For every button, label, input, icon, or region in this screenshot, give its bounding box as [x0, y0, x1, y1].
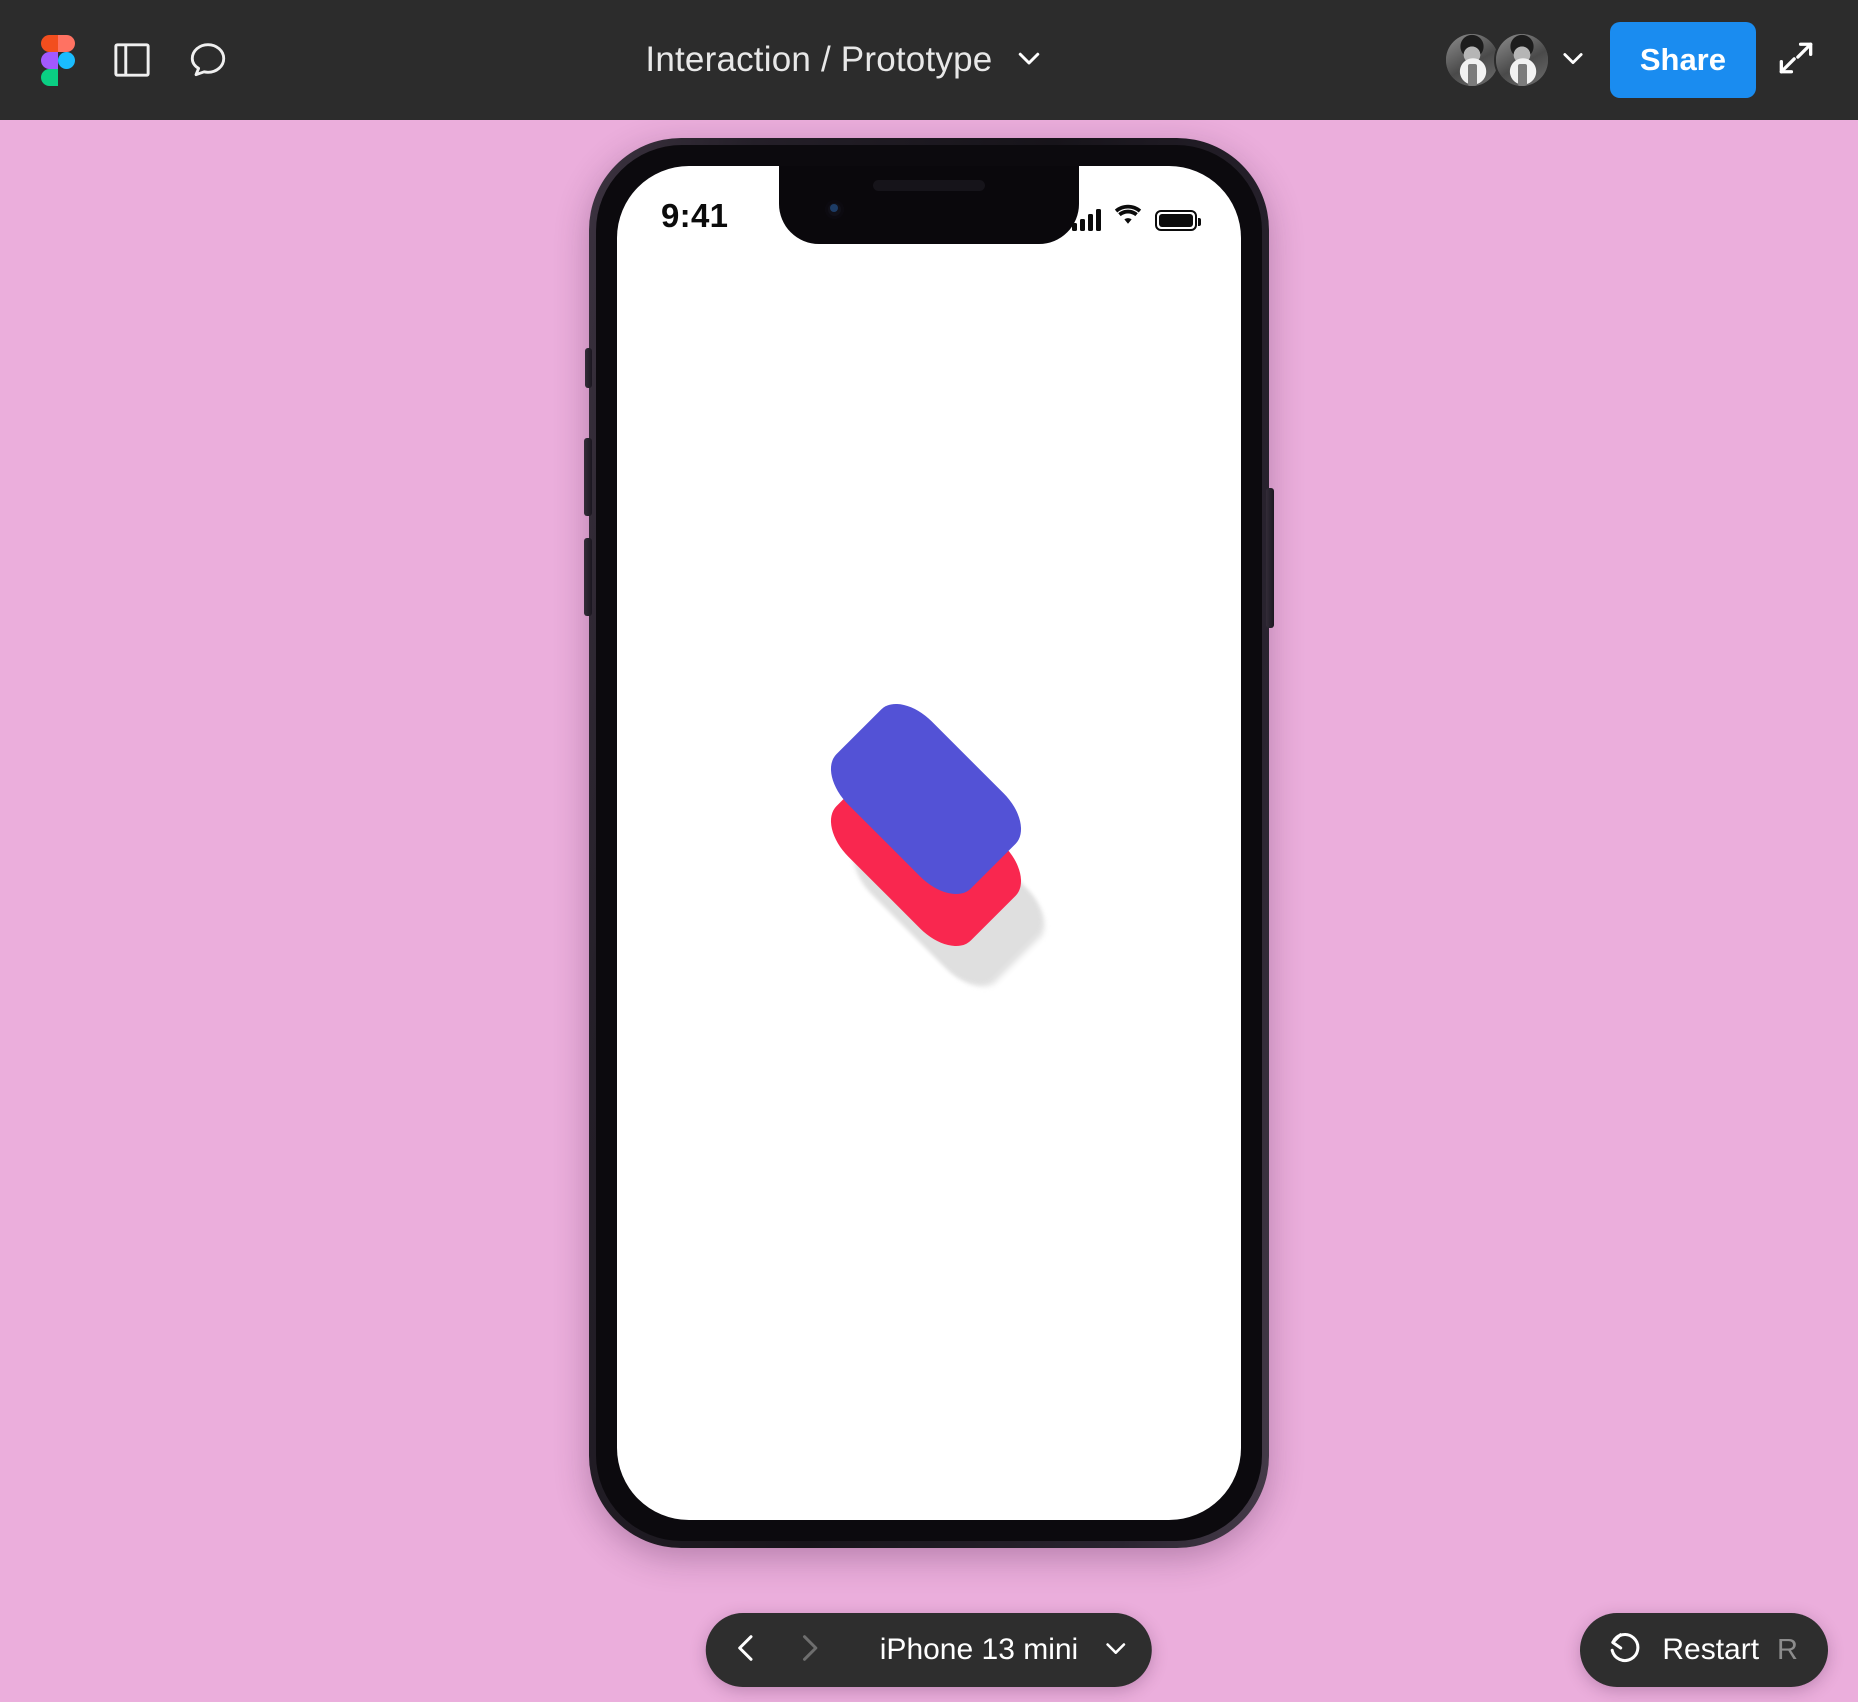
chevron-down-icon	[1102, 1634, 1130, 1667]
power-button[interactable]	[1266, 488, 1274, 628]
previous-frame-button[interactable]	[716, 1619, 778, 1681]
prototype-viewer: Interaction / Prototype Share 9:41 iPhon…	[0, 0, 1858, 1702]
header-right-group: Share	[1443, 0, 1836, 120]
avatar[interactable]	[1493, 32, 1550, 88]
share-button[interactable]: Share	[1609, 22, 1756, 98]
avatar[interactable]	[1443, 32, 1500, 88]
fullscreen-expand-icon	[1774, 36, 1818, 85]
chevron-down-icon[interactable]	[1014, 43, 1044, 78]
figma-logo-button[interactable]	[22, 0, 94, 120]
avatar-detail	[1517, 64, 1527, 86]
device-selector-bar: iPhone 13 mini	[705, 1613, 1153, 1687]
avatars-dropdown-button[interactable]	[1550, 0, 1596, 120]
prototype-title-button[interactable]: Interaction / Prototype	[246, 0, 1444, 120]
restart-label: Restart	[1662, 1633, 1760, 1666]
page-title: Interaction / Prototype	[645, 40, 993, 79]
volume-down-button[interactable]	[584, 538, 592, 616]
status-bar: 9:41	[617, 166, 1241, 244]
status-time: 9:41	[661, 197, 729, 234]
phone-frame: 9:41	[584, 138, 1274, 1548]
volume-up-button[interactable]	[584, 438, 592, 516]
next-frame-button[interactable]	[778, 1619, 840, 1681]
chevron-down-icon	[1559, 44, 1587, 77]
signal-bars-icon	[1072, 209, 1101, 231]
top-toolbar: Interaction / Prototype Share	[0, 0, 1858, 120]
chevron-left-icon	[730, 1631, 764, 1670]
panel-layout-icon	[110, 38, 154, 82]
figma-logo-icon	[41, 35, 75, 86]
device-name-label: iPhone 13 mini	[879, 1633, 1079, 1666]
wifi-icon	[1113, 203, 1143, 231]
battery-full-icon	[1155, 210, 1201, 231]
restart-button[interactable]: Restart R	[1580, 1613, 1828, 1687]
device-preview: 9:41	[584, 138, 1274, 1548]
status-indicators	[1072, 203, 1201, 231]
chevron-right-icon	[792, 1631, 826, 1670]
phone-bezel: 9:41	[596, 145, 1262, 1541]
avatar-detail	[1467, 64, 1477, 86]
comment-bubble-icon	[185, 37, 231, 83]
collaborator-avatars	[1443, 32, 1550, 88]
comments-button[interactable]	[170, 0, 246, 120]
fullscreen-button[interactable]	[1756, 0, 1836, 120]
stacked-squares-graphic	[749, 678, 1109, 1008]
device-dropdown-button[interactable]	[1096, 1619, 1142, 1681]
sidebar-toggle-button[interactable]	[94, 0, 170, 120]
restart-shortcut: R	[1777, 1633, 1798, 1666]
phone-screen[interactable]: 9:41	[617, 166, 1241, 1520]
restart-rotate-icon	[1606, 1629, 1644, 1672]
mute-switch[interactable]	[585, 348, 592, 388]
